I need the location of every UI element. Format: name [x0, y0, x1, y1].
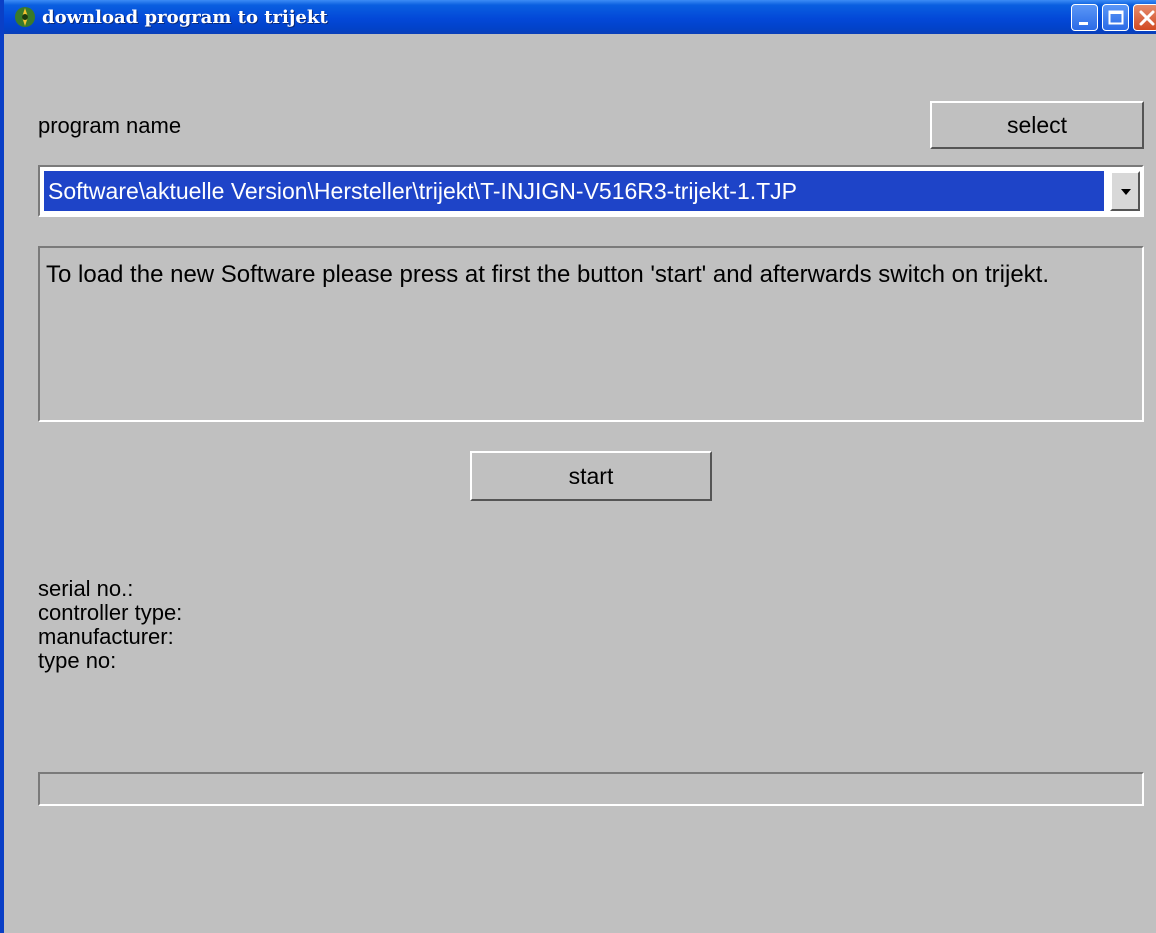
- maximize-button[interactable]: [1102, 4, 1129, 31]
- maximize-icon: [1108, 10, 1124, 25]
- select-button[interactable]: select: [930, 101, 1144, 149]
- close-button[interactable]: [1133, 4, 1156, 31]
- title-bar[interactable]: download program to trijekt: [4, 0, 1156, 34]
- close-icon: [1139, 10, 1155, 26]
- window-title: download program to trijekt: [42, 7, 328, 28]
- program-name-label: program name: [38, 113, 182, 138]
- program-path-combobox[interactable]: Software\aktuelle Version\Hersteller\tri…: [38, 165, 1144, 217]
- device-info: serial no.: controller type: manufacture…: [38, 577, 182, 673]
- start-button[interactable]: start: [470, 451, 712, 501]
- dropdown-button[interactable]: [1110, 171, 1140, 211]
- minimize-button[interactable]: [1071, 4, 1098, 31]
- chevron-down-icon: [1121, 189, 1131, 195]
- instruction-message: To load the new Software please press at…: [38, 246, 1144, 422]
- progress-bar: [38, 772, 1144, 806]
- controller-type-label: controller type:: [38, 600, 183, 625]
- manufacturer-label: manufacturer:: [38, 624, 174, 649]
- main-window: download program to trijekt program name…: [0, 0, 1156, 933]
- type-no-label: type no:: [38, 648, 117, 673]
- serial-no-label: serial no.:: [38, 576, 134, 601]
- app-icon: [14, 6, 36, 28]
- program-path-value[interactable]: Software\aktuelle Version\Hersteller\tri…: [44, 171, 1104, 211]
- minimize-icon: [1079, 22, 1088, 25]
